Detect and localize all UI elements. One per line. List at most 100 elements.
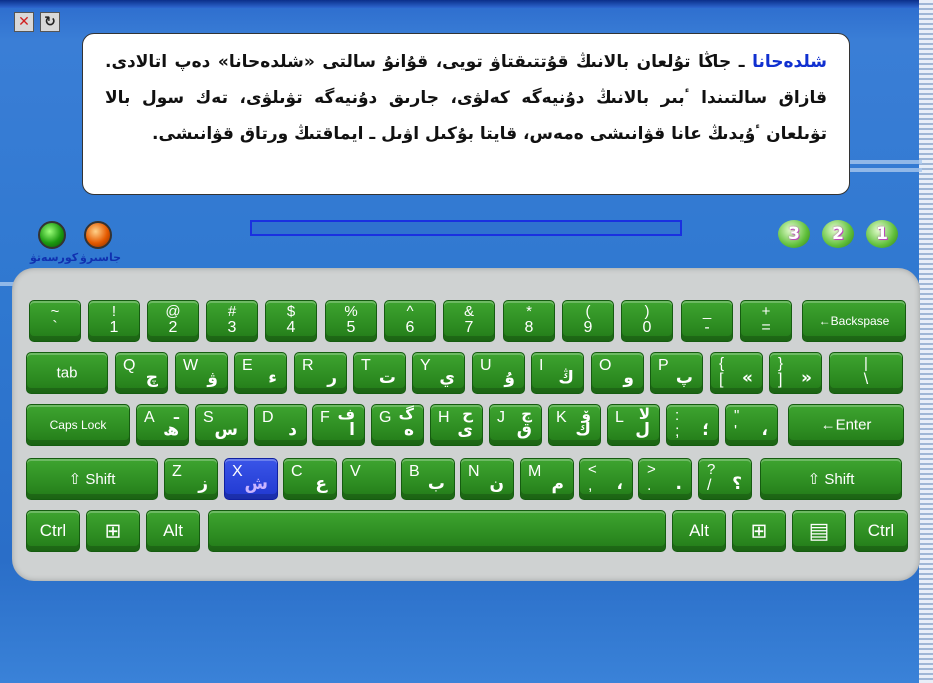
key-ctrl-right[interactable]: Ctrl bbox=[854, 510, 908, 552]
key-bracket-left[interactable]: {[« bbox=[710, 352, 763, 394]
key-d[interactable]: Dد bbox=[254, 404, 307, 446]
key-tilde[interactable]: ~ ` bbox=[29, 300, 81, 342]
key-period-arabic: . bbox=[675, 474, 682, 494]
key-f[interactable]: F اف bbox=[312, 404, 365, 446]
key-u[interactable]: Uۇ bbox=[472, 352, 525, 394]
key-windows-right[interactable]: ⊞ bbox=[732, 510, 786, 552]
key-4-symbol: 4 bbox=[286, 319, 296, 336]
key-1[interactable]: ! 1 bbox=[88, 300, 140, 342]
level-2-button[interactable]: 2 bbox=[822, 220, 854, 248]
key-ctrl-left[interactable]: Ctrl bbox=[26, 510, 80, 552]
key-h[interactable]: Hىح bbox=[430, 404, 483, 446]
close-icon[interactable]: ✕ bbox=[14, 12, 34, 32]
key-j[interactable]: Jقج bbox=[489, 404, 542, 446]
key-period[interactable]: >.. bbox=[638, 458, 692, 500]
key-alt-left[interactable]: Alt bbox=[146, 510, 200, 552]
key-space[interactable] bbox=[208, 510, 666, 552]
key-comma[interactable]: <, ، bbox=[579, 458, 633, 500]
key-k[interactable]: Kكۆ bbox=[548, 404, 601, 446]
key-minus-symbol: - bbox=[704, 319, 710, 336]
key-m-latin: M bbox=[528, 463, 542, 480]
key-t[interactable]: Tت bbox=[353, 352, 406, 394]
key-bracket-right[interactable]: }] » bbox=[769, 352, 822, 394]
key-v[interactable]: V bbox=[342, 458, 396, 500]
key-alt-right[interactable]: Alt bbox=[672, 510, 726, 552]
key-b-latin: B bbox=[409, 463, 420, 480]
key-bracket-left-arabic: « bbox=[742, 368, 753, 388]
key-y-arabic: ي bbox=[439, 368, 455, 388]
key-p-arabic: پ bbox=[675, 368, 693, 388]
level-1-button[interactable]: 1 bbox=[866, 220, 898, 248]
key-x[interactable]: Xش bbox=[224, 458, 278, 500]
key-z-arabic: ز bbox=[198, 474, 208, 494]
key-b-arabic: ب bbox=[427, 474, 445, 494]
key-bracket-left-shift-symbol: { bbox=[719, 355, 725, 372]
key-slash[interactable]: ? / ؟ bbox=[698, 458, 752, 500]
key-i-arabic: ڭ bbox=[558, 368, 574, 388]
key-a[interactable]: Aھـ bbox=[136, 404, 189, 446]
key-shift-right[interactable]: ⇧ Shift bbox=[760, 458, 902, 500]
key-w[interactable]: Wۋ bbox=[175, 352, 228, 394]
key-q[interactable]: Qچ bbox=[115, 352, 168, 394]
key-b[interactable]: Bب bbox=[401, 458, 455, 500]
window-right-edge bbox=[919, 0, 933, 683]
key-slash-arabic: ؟ bbox=[732, 474, 742, 494]
key-8[interactable]: * 8 bbox=[503, 300, 555, 342]
key-p[interactable]: Pپ bbox=[650, 352, 703, 394]
key-windows-left[interactable]: ⊞ bbox=[86, 510, 140, 552]
level-3-button[interactable]: 3 bbox=[778, 220, 810, 248]
key-2-shift-symbol: @ bbox=[165, 303, 181, 320]
key-h-arabic-shift: ح bbox=[462, 405, 473, 423]
key-2[interactable]: @2 bbox=[147, 300, 199, 342]
key-5[interactable]: % 5 bbox=[325, 300, 377, 342]
key-3-symbol: 3 bbox=[227, 319, 237, 336]
key-semicolon[interactable]: :; ؛ bbox=[666, 404, 719, 446]
key-n[interactable]: Nن bbox=[460, 458, 514, 500]
key-6[interactable]: ^ 6 bbox=[384, 300, 436, 342]
key-l[interactable]: L ل لا bbox=[607, 404, 660, 446]
key-quote[interactable]: " ' ، bbox=[725, 404, 778, 446]
reset-icon[interactable]: ↻ bbox=[40, 12, 60, 32]
key-comma-shift-symbol: < bbox=[588, 461, 597, 478]
key-d-latin: D bbox=[262, 409, 274, 426]
key-enter[interactable]: ←Enter bbox=[788, 404, 904, 446]
key-z[interactable]: Zز bbox=[164, 458, 218, 500]
key-j-arabic: ق bbox=[516, 420, 532, 440]
key-g-latin: G bbox=[379, 409, 392, 426]
key-x-latin: X bbox=[232, 463, 243, 480]
hide-button[interactable] bbox=[84, 221, 112, 249]
key-c[interactable]: Cع bbox=[283, 458, 337, 500]
key-m[interactable]: Mم bbox=[520, 458, 574, 500]
key-k-latin: K bbox=[556, 409, 567, 426]
key-3[interactable]: #3 bbox=[206, 300, 258, 342]
key-7[interactable]: & 7 bbox=[443, 300, 495, 342]
key-tab[interactable]: tab bbox=[26, 352, 108, 394]
key-r[interactable]: Rر bbox=[294, 352, 347, 394]
key-4[interactable]: $4 bbox=[265, 300, 317, 342]
key-9[interactable]: (9 bbox=[562, 300, 614, 342]
key-a-arabic-shift: ـ bbox=[173, 405, 179, 423]
key-shift-left[interactable]: ⇧ Shift bbox=[26, 458, 158, 500]
key-e[interactable]: Eء bbox=[234, 352, 287, 394]
key-o[interactable]: Oو bbox=[591, 352, 644, 394]
key-caps-lock[interactable]: Caps Lock bbox=[26, 404, 130, 446]
show-button[interactable] bbox=[38, 221, 66, 249]
key-0[interactable]: ) 0 bbox=[621, 300, 673, 342]
key-9-shift-symbol: ( bbox=[585, 303, 591, 320]
key-s[interactable]: Sس bbox=[195, 404, 248, 446]
key-alt-right-label: Alt bbox=[689, 521, 709, 540]
key-y[interactable]: Yي bbox=[412, 352, 465, 394]
key-6-symbol: 6 bbox=[405, 319, 415, 336]
key-period-symbol: . bbox=[647, 477, 652, 494]
key-backspace[interactable]: ←Backspase bbox=[802, 300, 906, 342]
key-equals[interactable]: + = bbox=[740, 300, 792, 342]
key-backslash-shift-symbol: | bbox=[864, 355, 868, 372]
key-g[interactable]: Gەگ bbox=[371, 404, 424, 446]
key-backslash[interactable]: | \ bbox=[829, 352, 903, 394]
key-menu[interactable]: ▤ bbox=[792, 510, 846, 552]
key-minus[interactable]: _ - bbox=[681, 300, 733, 342]
key-period-shift-symbol: > bbox=[647, 461, 656, 478]
key-i[interactable]: Iڭ bbox=[531, 352, 584, 394]
key-g-arabic: ە bbox=[403, 420, 414, 440]
key-q-latin: Q bbox=[123, 357, 136, 374]
